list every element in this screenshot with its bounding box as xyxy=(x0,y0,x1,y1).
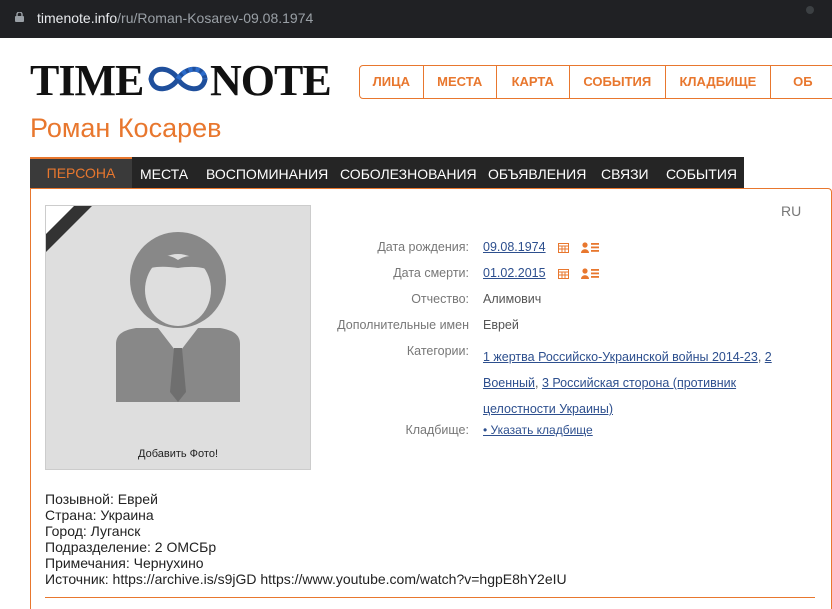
url-path: /ru/Roman-Kosarev-09.08.1974 xyxy=(117,10,314,26)
death-date-label: Дата смерти: xyxy=(393,266,469,280)
death-date-link[interactable]: 01.02.2015 xyxy=(483,266,546,280)
category-link[interactable]: 1 жертва Российско-Украинской войны 2014… xyxy=(483,350,758,364)
language-selector[interactable]: RU xyxy=(781,203,801,219)
birth-date-row: 09.08.1974 xyxy=(483,240,546,254)
top-navigation: ЛИЦА МЕСТА КАРТА СОБЫТИЯ КЛАДБИЩЕ ОБ xyxy=(359,65,832,99)
nav-item-persons[interactable]: ЛИЦА xyxy=(360,66,424,98)
tab-condolences[interactable]: СОБОЛЕЗНОВАНИЯ xyxy=(340,157,477,188)
categories-value: 1 жертва Российско-Украинской войны 2014… xyxy=(483,350,772,416)
tab-places[interactable]: МЕСТА xyxy=(140,157,188,188)
url-host: timenote.info xyxy=(37,10,118,26)
extra-info: Позывной: Еврей Страна: Украина Город: Л… xyxy=(45,491,567,587)
specify-cemetery-link[interactable]: • Указать кладбище xyxy=(483,423,593,437)
callsign-text: Позывной: Еврей xyxy=(45,491,158,507)
lock-icon xyxy=(15,12,24,22)
window-control-icon[interactable] xyxy=(806,6,814,14)
nav-item-map[interactable]: КАРТА xyxy=(497,66,570,98)
tab-person[interactable]: ПЕРСОНА xyxy=(30,157,132,188)
cemetery-label: Кладбище: xyxy=(405,423,469,437)
person-list-icon[interactable] xyxy=(581,268,599,279)
add-photo-label[interactable]: Добавить Фото! xyxy=(46,448,310,460)
patronymic-value: Алимович xyxy=(483,292,542,306)
city-text: Город: Луганск xyxy=(45,523,141,539)
person-silhouette-icon xyxy=(116,232,240,402)
birth-date-link[interactable]: 09.08.1974 xyxy=(483,240,546,254)
cemetery-row: • Указать кладбище xyxy=(483,423,593,437)
mourning-ribbon-icon xyxy=(46,206,92,252)
nav-item-places[interactable]: МЕСТА xyxy=(424,66,497,98)
source-text: Источник: https://archive.is/s9jGD https… xyxy=(45,571,567,587)
death-date-row: 01.02.2015 xyxy=(483,266,546,280)
logo-word-time: TIME xyxy=(30,56,144,105)
patronymic-label: Отчество: xyxy=(411,292,469,306)
infinity-logo-icon xyxy=(148,66,208,92)
birth-date-label: Дата рождения: xyxy=(377,240,469,254)
tab-events[interactable]: СОБЫТИЯ xyxy=(666,157,737,188)
tab-connections[interactable]: СВЯЗИ xyxy=(601,157,649,188)
notes-text: Примечания: Чернухино xyxy=(45,555,204,571)
tab-announcements[interactable]: ОБЪЯВЛЕНИЯ xyxy=(488,157,586,188)
logo-word-note: NOTE xyxy=(210,56,332,105)
unit-text: Подразделение: 2 ОМСБр xyxy=(45,539,217,555)
categories-label: Категории: xyxy=(406,344,469,358)
calendar-icon[interactable] xyxy=(558,268,569,279)
tab-memories[interactable]: ВОСПОМИНАНИЯ xyxy=(206,157,328,188)
calendar-icon[interactable] xyxy=(558,242,569,253)
browser-address-bar[interactable]: timenote.info/ru/Roman-Kosarev-09.08.197… xyxy=(0,0,832,38)
person-list-icon[interactable] xyxy=(581,242,599,253)
extra-names-label: Дополнительные имен xyxy=(337,318,469,332)
extra-names-value: Еврей xyxy=(483,318,519,332)
country-text: Страна: Украина xyxy=(45,507,154,523)
url-text[interactable]: timenote.info/ru/Roman-Kosarev-09.08.197… xyxy=(37,10,313,26)
nav-item-about[interactable]: ОБ xyxy=(771,66,832,98)
nav-item-events[interactable]: СОБЫТИЯ xyxy=(570,66,666,98)
profile-tabs: ПЕРСОНА МЕСТА ВОСПОМИНАНИЯ СОБОЛЕЗНОВАНИ… xyxy=(30,157,744,188)
page-title: Роман Косарев xyxy=(30,113,222,143)
nav-item-cemetery[interactable]: КЛАДБИЩЕ xyxy=(666,66,772,98)
